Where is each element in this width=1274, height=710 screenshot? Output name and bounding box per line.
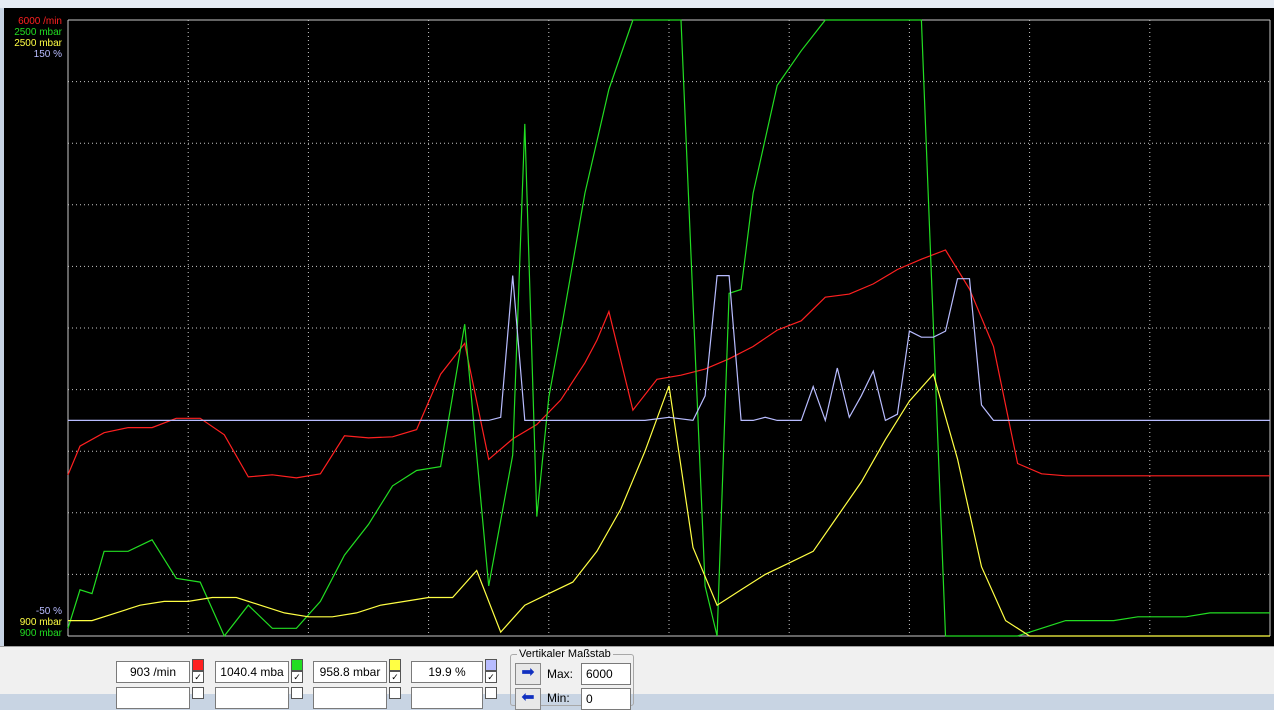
scale-label-top-1: 2500 mbar xyxy=(14,27,62,38)
scale-label-top-3: 150 % xyxy=(33,49,62,60)
apply-max-button[interactable]: ➡ xyxy=(515,663,541,685)
scale-label-bottom-2: 900 mbar xyxy=(19,628,62,639)
vertical-scale-group: Vertikaler Maßstab ➡ Max: 6000 ⬅ Min: 0 xyxy=(510,648,634,710)
channel-panel: 903 /min ✓ 1040.4 mba ✓ 958.8 mbar ✓ 19.9 % ✓ V… xyxy=(0,646,1274,710)
channel-color-swatch[interactable] xyxy=(192,659,204,671)
channel-value-0: 903 /min xyxy=(116,661,190,683)
channel-color-swatch[interactable] xyxy=(291,659,303,671)
channel-value-secondary-3 xyxy=(411,687,483,709)
plot-area: 6000 /min 2500 mbar 2500 mbar 150 % -50 % 90… xyxy=(4,8,1274,646)
channel-secondary-checkbox[interactable] xyxy=(485,687,497,699)
window-title-strip xyxy=(0,0,1274,8)
channel-secondary-checkbox[interactable] xyxy=(192,687,204,699)
apply-min-button[interactable]: ⬅ xyxy=(515,688,541,710)
channel-visible-checkbox[interactable]: ✓ xyxy=(485,671,497,683)
max-input[interactable]: 6000 xyxy=(581,663,631,685)
channel-value-2: 958.8 mbar xyxy=(313,661,387,683)
vertical-scale-title: Vertikaler Maßstab xyxy=(517,648,613,660)
arrow-right-icon: ➡ xyxy=(521,664,535,681)
min-label: Min: xyxy=(547,691,570,705)
channel-value-secondary-2 xyxy=(313,687,387,709)
channel-value-secondary-0 xyxy=(116,687,190,709)
arrow-left-icon: ⬅ xyxy=(521,689,535,706)
chart-svg xyxy=(67,19,1271,638)
channel-secondary-checkbox[interactable] xyxy=(389,687,401,699)
grid xyxy=(67,19,1271,637)
channel-color-swatch[interactable] xyxy=(389,659,401,671)
channel-value-1: 1040.4 mba xyxy=(215,661,289,683)
channel-secondary-checkbox[interactable] xyxy=(291,687,303,699)
channel-visible-checkbox[interactable]: ✓ xyxy=(192,671,204,683)
channel-visible-checkbox[interactable]: ✓ xyxy=(389,671,401,683)
scale-label-top-0: 6000 /min xyxy=(18,16,62,27)
scale-label-bottom-1: 900 mbar xyxy=(19,617,62,628)
max-label: Max: xyxy=(547,667,574,681)
channel-value-secondary-1 xyxy=(215,687,289,709)
scale-label-bottom-0: -50 % xyxy=(35,606,62,617)
channel-color-swatch[interactable] xyxy=(485,659,497,671)
min-input[interactable]: 0 xyxy=(581,688,631,710)
channel-value-3: 19.9 % xyxy=(411,661,483,683)
scale-label-top-2: 2500 mbar xyxy=(14,38,62,49)
channel-visible-checkbox[interactable]: ✓ xyxy=(291,671,303,683)
